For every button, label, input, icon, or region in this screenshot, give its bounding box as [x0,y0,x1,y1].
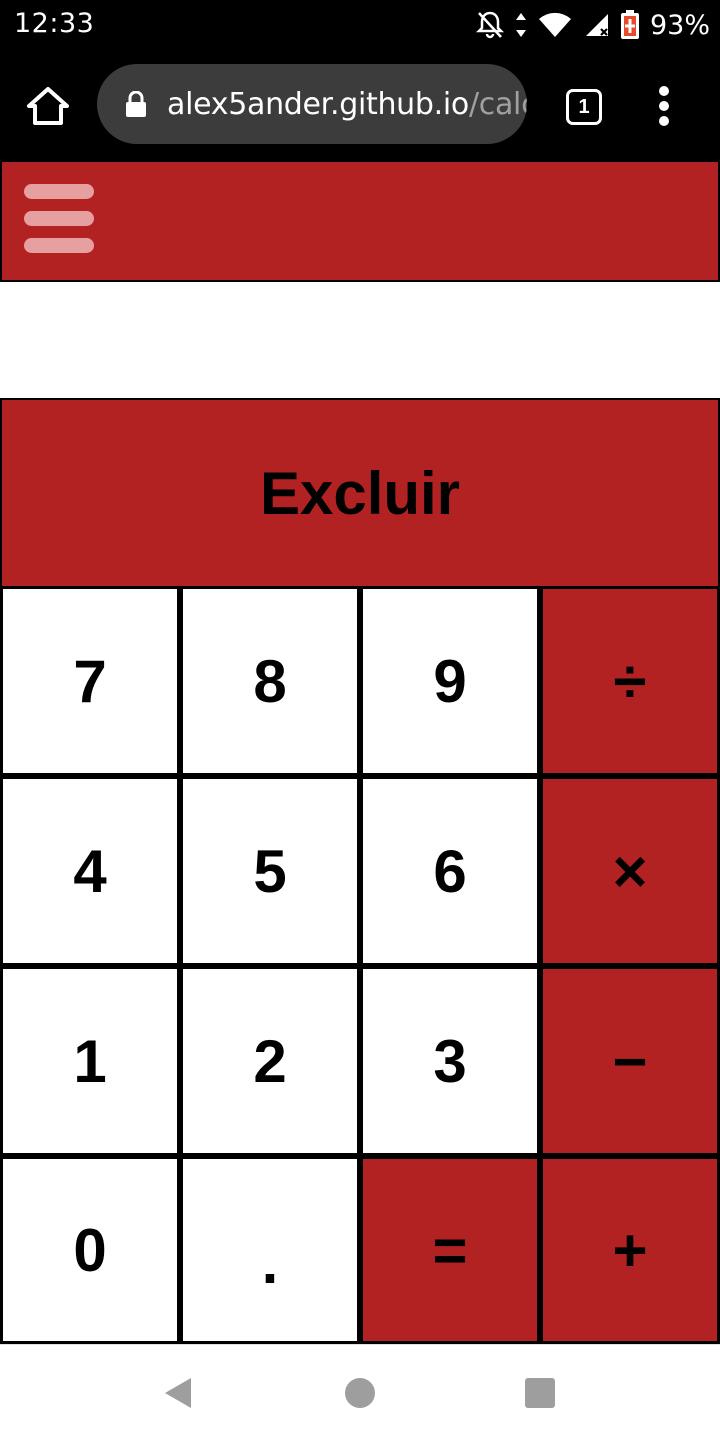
more-vert-icon[interactable] [652,86,676,126]
key-divide[interactable]: ÷ [540,586,720,776]
key-4[interactable]: 4 [0,776,180,966]
cell-signal-icon [585,14,608,36]
home-icon[interactable] [26,86,70,126]
home-circle-icon[interactable] [345,1378,375,1408]
key-multiply[interactable]: × [540,776,720,966]
status-icons: 93% [475,8,710,42]
hamburger-icon[interactable] [24,182,94,256]
calculator-display [0,282,720,398]
clear-button[interactable]: Excluir [0,398,720,588]
key-1[interactable]: 1 [0,966,180,1156]
key-9[interactable]: 9 [360,586,540,776]
key-decimal[interactable]: . [180,1156,360,1344]
key-subtract[interactable]: − [540,966,720,1156]
status-bar: 12:33 93% [0,0,720,52]
key-8[interactable]: 8 [180,586,360,776]
tab-count: 1 [578,95,590,118]
wifi-icon [538,12,571,37]
system-nav-bar [0,1344,720,1440]
battery-charging-icon [620,10,639,39]
back-icon[interactable] [163,1376,193,1410]
battery-percent: 93% [649,9,710,41]
key-0[interactable]: 0 [0,1156,180,1344]
notifications-off-icon [475,11,504,39]
key-3[interactable]: 3 [360,966,540,1156]
url-host: alex5ander.github.io [167,86,469,122]
address-bar[interactable]: alex5ander.github.io/calc [97,64,527,144]
lock-icon [126,91,146,117]
key-5[interactable]: 5 [180,776,360,966]
key-2[interactable]: 2 [180,966,360,1156]
key-add[interactable]: + [540,1156,720,1344]
key-6[interactable]: 6 [360,776,540,966]
url-text: alex5ander.github.io/calc [167,87,527,122]
keypad: 7 8 9 ÷ 4 5 6 × 1 2 3 − 0 . = + [0,586,720,1344]
recents-icon[interactable] [525,1378,555,1408]
key-equals[interactable]: = [360,1156,540,1344]
status-time: 12:33 [14,8,95,39]
key-7[interactable]: 7 [0,586,180,776]
tabs-button[interactable]: 1 [566,89,602,125]
browser-toolbar: alex5ander.github.io/calc 1 [0,52,720,160]
calculator: Excluir 7 8 9 ÷ 4 5 6 × 1 2 3 − 0 . = + [0,398,720,1344]
app-header [0,160,720,282]
data-arrows-icon [515,13,526,37]
url-path: /calc [468,86,527,122]
